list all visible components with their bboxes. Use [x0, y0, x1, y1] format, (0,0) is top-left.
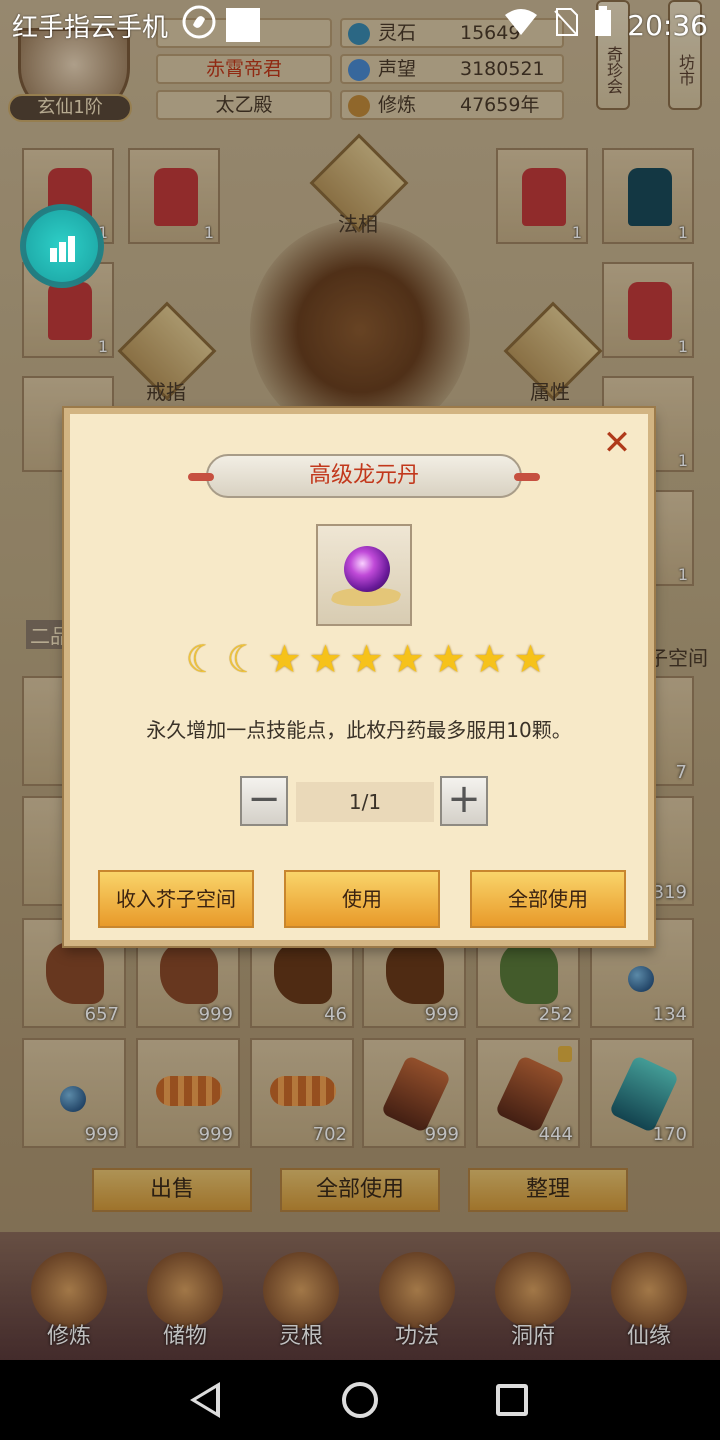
dialog-title: 高级龙元丹 [188, 454, 540, 498]
star-icon: ★ [267, 637, 302, 681]
quantity-value: 1/1 [296, 782, 434, 822]
star-icon: ★ [349, 637, 384, 681]
item-description: 永久增加一点技能点，此枚丹药最多服用10颗。 [146, 718, 572, 742]
back-icon[interactable] [190, 1382, 220, 1418]
pill-orb-icon [344, 546, 390, 592]
status-right: 20:36 [503, 5, 708, 45]
close-icon[interactable]: ✕ [600, 426, 634, 460]
item-rating: ☾ ☾ ★ ★ ★ ★ ★ ★ ★ [184, 636, 554, 682]
store-in-space-button[interactable]: 收入芥子空间 [98, 870, 254, 928]
recents-icon[interactable] [496, 1384, 528, 1416]
status-bar: 红手指云手机 20:36 [0, 0, 720, 50]
star-icon: ★ [431, 637, 466, 681]
use-button[interactable]: 使用 [284, 870, 440, 928]
battery-icon [593, 5, 613, 45]
star-icon: ★ [472, 637, 507, 681]
star-icon: ★ [513, 637, 548, 681]
bar-chart-icon [50, 236, 75, 262]
game-screen: 红手指云手机 20:36 玄仙1阶 赤霄帝君 太乙殿 灵石 15649 声望 3… [0, 0, 720, 1360]
system-nav-bar [0, 1360, 720, 1440]
app-logo-icon [182, 5, 216, 46]
quantity-plus-button[interactable]: + [440, 776, 488, 826]
star-icon: ★ [308, 637, 343, 681]
moon-icon: ☾ [226, 637, 261, 681]
home-icon[interactable] [342, 1382, 378, 1418]
clock: 20:36 [627, 8, 708, 42]
star-icon: ★ [390, 637, 425, 681]
item-detail-dialog: ✕ 高级龙元丹 ☾ ☾ ★ ★ ★ ★ ★ ★ ★ 永久增加一点技能点，此枚丹药… [64, 408, 654, 946]
carrier-name: 红手指云手机 [12, 12, 169, 43]
no-sim-icon [553, 7, 579, 44]
notification-icon [226, 8, 261, 42]
wifi-icon [503, 7, 539, 44]
item-image-frame [316, 524, 412, 626]
use-all-button[interactable]: 全部使用 [470, 870, 626, 928]
quantity-minus-button[interactable]: − [240, 776, 288, 826]
moon-icon: ☾ [185, 637, 220, 681]
floating-stats-button[interactable] [20, 204, 104, 288]
